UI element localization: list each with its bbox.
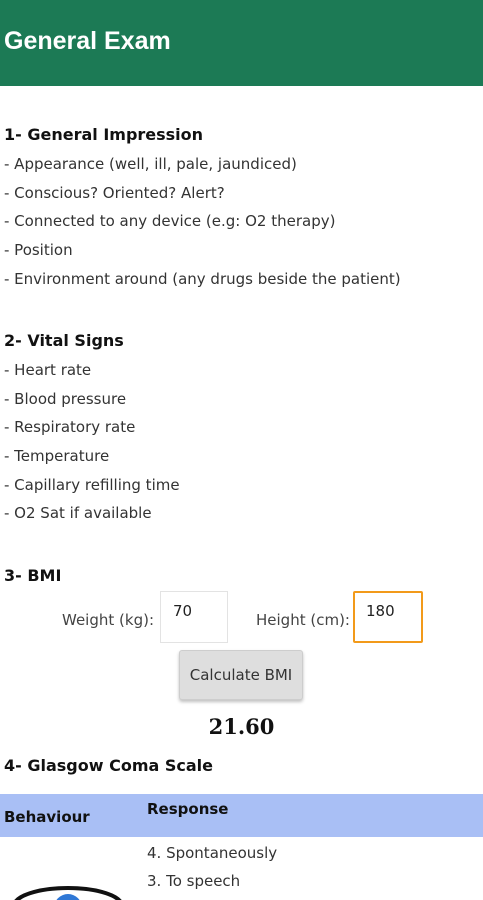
vital-signs-item: - Capillary refilling time [4,476,180,494]
gcs-title: 4- Glasgow Coma Scale [4,756,213,775]
general-impression-item: - Connected to any device (e.g: O2 thera… [4,212,336,230]
behaviour-column-header: Behaviour [4,808,90,826]
vital-signs-item: - Heart rate [4,361,92,379]
general-impression-item: - Environment around (any drugs beside t… [4,270,401,288]
vital-signs-item: - Blood pressure [4,390,127,408]
bmi-title: 3- BMI [4,566,62,585]
eye-icon [14,886,122,900]
height-input[interactable]: 180 [353,591,423,643]
calculate-bmi-button[interactable]: Calculate BMI [179,650,303,700]
gcs-response-item: 4. Spontaneously [147,844,278,862]
weight-label: Weight (kg): [62,611,154,629]
weight-input[interactable]: 70 [160,591,228,643]
general-impression-title: 1- General Impression [4,125,204,144]
vital-signs-title: 2- Vital Signs [4,331,124,350]
general-impression-item: - Appearance (well, ill, pale, jaundiced… [4,155,297,173]
general-impression-item: - Position [4,241,73,259]
gcs-table-header: Behaviour Response [0,794,483,837]
vital-signs-item: - Respiratory rate [4,418,136,436]
response-column-header: Response [147,800,229,818]
general-impression-item: - Conscious? Oriented? Alert? [4,184,225,202]
vital-signs-item: - Temperature [4,447,110,465]
gcs-response-item: 3. To speech [147,872,241,890]
page-title: General Exam [4,27,171,55]
app-header: General Exam [0,0,483,86]
bmi-result: 21.60 [208,714,275,739]
vital-signs-item: - O2 Sat if available [4,504,152,522]
height-label: Height (cm): [256,611,350,629]
